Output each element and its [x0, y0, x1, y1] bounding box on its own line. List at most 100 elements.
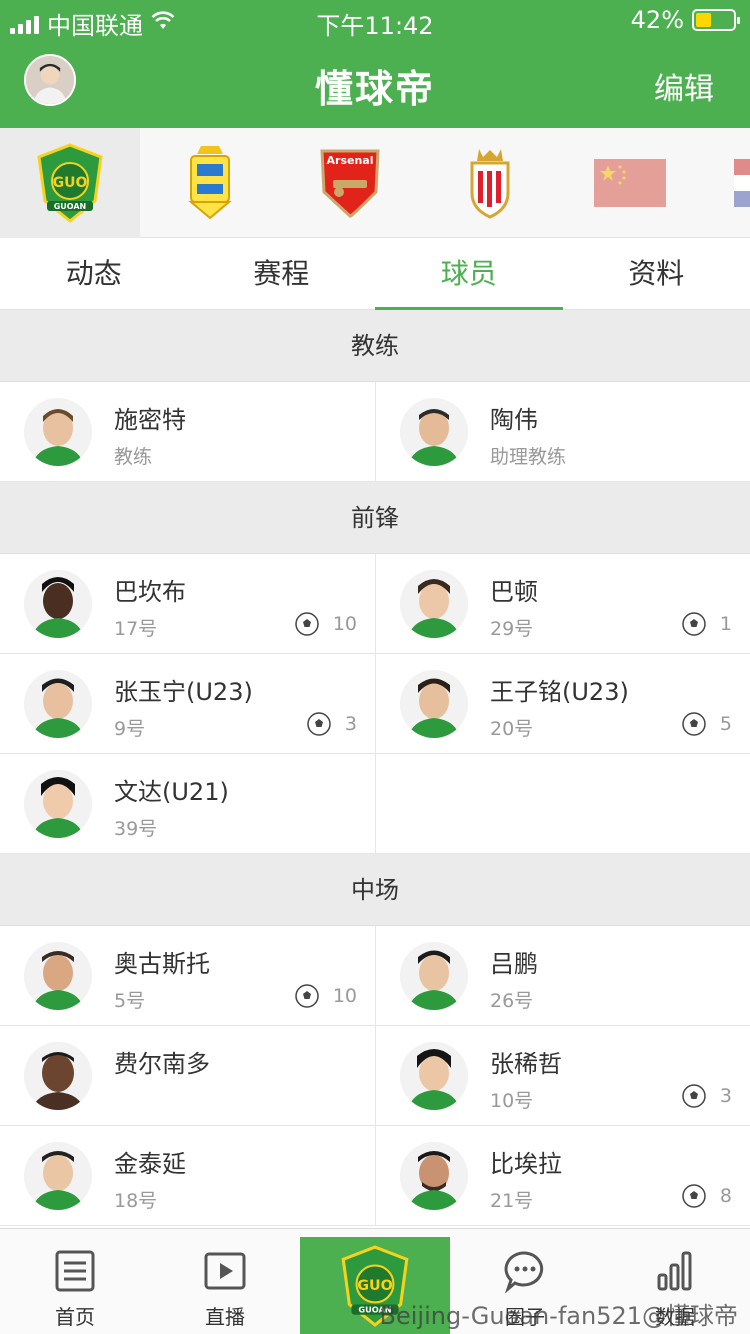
football-icon: [682, 612, 706, 636]
goal-count-value: 8: [719, 1185, 732, 1207]
player-number: 18号: [114, 1190, 158, 1212]
player-card[interactable]: 张玉宁(U23) 9号 3: [0, 654, 375, 754]
player-card[interactable]: 巴顿 29号 1: [375, 554, 750, 654]
svg-text:GUO: GUO: [357, 1278, 393, 1294]
goal-count: 10: [295, 612, 357, 636]
player-name: 文达(U21): [114, 778, 229, 806]
football-icon: [682, 1184, 706, 1208]
player-number: 10号: [490, 1090, 534, 1112]
tab-bar: 动态 赛程 球员 资料: [0, 238, 750, 310]
player-name: 吕鹏: [490, 950, 538, 978]
football-icon: [295, 984, 319, 1008]
player-name: 张稀哲: [490, 1050, 562, 1078]
player-name: 比埃拉: [490, 1150, 562, 1178]
player-number: 17号: [114, 618, 158, 640]
player-role: 助理教练: [490, 446, 567, 468]
player-card[interactable]: 巴坎布 17号 10: [0, 554, 375, 654]
player-card[interactable]: 费尔南多: [0, 1026, 375, 1126]
tab-dynamics[interactable]: 动态: [0, 238, 188, 309]
status-bar: 中国联通 下午11:42 42%: [0, 0, 750, 40]
tab-info[interactable]: 资料: [563, 238, 750, 309]
team-china[interactable]: [560, 128, 700, 238]
las-palmas-logo: [188, 146, 232, 220]
svg-text:GUO: GUO: [53, 175, 88, 191]
player-photo: [400, 398, 468, 466]
team-arsenal[interactable]: Arsenal: [280, 128, 420, 238]
player-photo: [400, 570, 468, 638]
arsenal-logo: Arsenal: [320, 149, 380, 218]
battery-percent: 42%: [630, 6, 684, 34]
player-role: 教练: [114, 446, 153, 468]
player-name: 奥古斯托: [114, 950, 210, 978]
player-name: 巴坎布: [114, 578, 186, 606]
watermark: Beijing-Guoan-fan521@懂球帝: [379, 1302, 738, 1330]
player-photo: [400, 1142, 468, 1210]
team-monaco[interactable]: [420, 128, 560, 238]
football-icon: [682, 712, 706, 736]
player-photo: [400, 670, 468, 738]
team-las-palmas[interactable]: [140, 128, 280, 238]
netherlands-flag: [734, 159, 750, 207]
goal-count: 10: [295, 984, 357, 1008]
player-photo: [24, 1042, 92, 1110]
status-right: 42%: [630, 6, 740, 34]
tab-schedule[interactable]: 赛程: [188, 238, 376, 309]
player-card[interactable]: 文达(U21) 39号: [0, 754, 375, 854]
nav-label: 首页: [55, 1305, 95, 1329]
chart-icon: [657, 1251, 692, 1291]
goal-count-value: 3: [344, 713, 357, 735]
team-guoan[interactable]: GUO GUOAN: [0, 128, 140, 238]
player-name: 费尔南多: [114, 1050, 210, 1078]
goal-count: 5: [682, 712, 732, 736]
football-icon: [295, 612, 319, 636]
player-name: 施密特: [114, 406, 186, 434]
player-card[interactable]: 王子铭(U23) 20号 5: [375, 654, 750, 754]
player-photo: [24, 398, 92, 466]
svg-text:GUOAN: GUOAN: [54, 202, 87, 211]
player-photo: [24, 1142, 92, 1210]
play-icon: [204, 1252, 246, 1290]
player-number: 39号: [114, 818, 158, 840]
nav-live[interactable]: 直播: [150, 1229, 300, 1334]
news-icon: [55, 1250, 95, 1292]
monaco-logo: [470, 149, 510, 219]
player-number: 9号: [114, 718, 146, 740]
player-number: 20号: [490, 718, 534, 740]
empty-card: [375, 754, 750, 854]
goal-count-value: 3: [719, 1085, 732, 1107]
football-icon: [682, 1084, 706, 1108]
team-strip: GUO GUOAN Arsenal: [0, 128, 750, 238]
nav-home[interactable]: 首页: [0, 1229, 150, 1334]
goal-count-value: 1: [719, 613, 732, 635]
player-number: 21号: [490, 1190, 534, 1212]
player-photo: [24, 770, 92, 838]
player-card[interactable]: 吕鹏 26号: [375, 926, 750, 1026]
tab-players[interactable]: 球员: [375, 238, 563, 310]
player-number: 26号: [490, 990, 534, 1012]
player-card[interactable]: 金泰延 18号: [0, 1126, 375, 1226]
app-header: 中国联通 下午11:42 42% 懂球帝 编辑: [0, 0, 750, 128]
nav-label: 直播: [205, 1305, 245, 1329]
player-photo: [24, 570, 92, 638]
goal-count: 8: [682, 1184, 732, 1208]
edit-button[interactable]: 编辑: [654, 64, 714, 108]
goal-count: 3: [307, 712, 357, 736]
chat-icon: [504, 1251, 544, 1293]
player-card[interactable]: 比埃拉 21号 8: [375, 1126, 750, 1226]
player-photo: [24, 942, 92, 1010]
goal-count: 3: [682, 1084, 732, 1108]
guoan-logo: GUO GUOAN: [37, 143, 103, 223]
battery-fill: [696, 13, 712, 27]
player-name: 陶伟: [490, 406, 538, 434]
football-icon: [307, 712, 331, 736]
player-card[interactable]: 奥古斯托 5号 10: [0, 926, 375, 1026]
team-netherlands[interactable]: [700, 128, 750, 238]
section-midfield: 中场: [0, 854, 750, 926]
goal-count-value: 10: [332, 613, 357, 635]
player-card[interactable]: 张稀哲 10号 3: [375, 1026, 750, 1126]
svg-text:Arsenal: Arsenal: [327, 154, 374, 167]
player-name: 金泰延: [114, 1150, 186, 1178]
player-card[interactable]: 陶伟 助理教练: [375, 382, 750, 482]
goal-count-value: 10: [332, 985, 357, 1007]
player-card[interactable]: 施密特 教练: [0, 382, 375, 482]
